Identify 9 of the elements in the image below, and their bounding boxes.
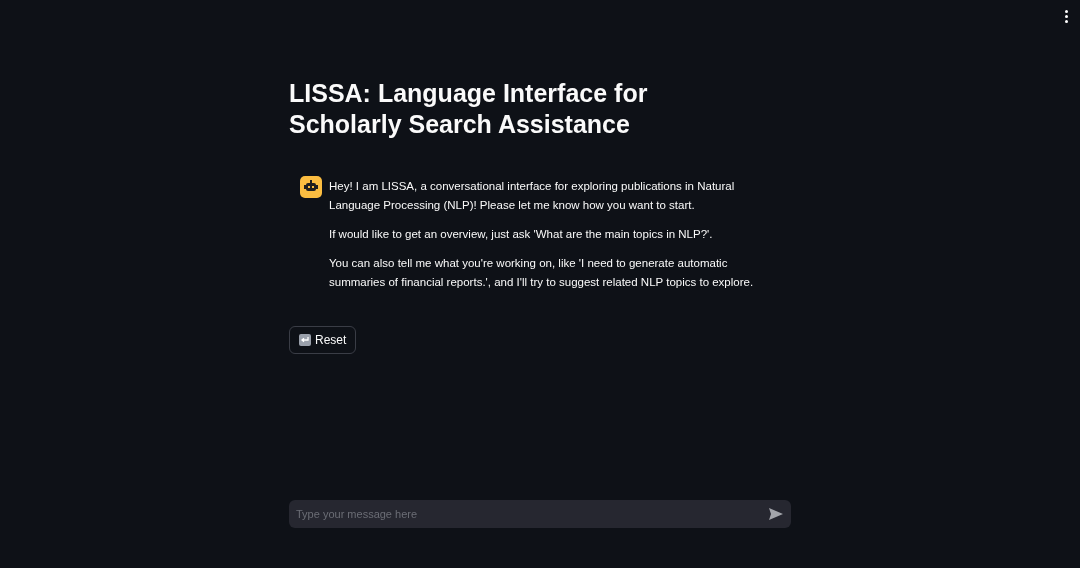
- message-text: If would like to get an overview, just ask 'What are the main topics in NLP?'.: [329, 227, 714, 242]
- chat-input[interactable]: Type your message here: [289, 500, 791, 528]
- message-text: You can also tell me what you're working on, like 'I need to generate automatic summaries of financial reports.', and I'll try to suggest related NLP topics to explore.: [329, 256, 755, 290]
- send-icon[interactable]: [769, 508, 783, 520]
- reset-button[interactable]: Reset: [289, 326, 357, 354]
- message-text: Hey! I am LISSA, a conversational interface for exploring publications in Natural Language Processing (NLP)! Please let me know how you want to start.: [329, 179, 736, 213]
- return-arrow-icon: [299, 334, 311, 346]
- robot-icon: [300, 176, 322, 198]
- page-title: LISSA: Language Interface for Scholarly Search Assistance: [289, 78, 649, 140]
